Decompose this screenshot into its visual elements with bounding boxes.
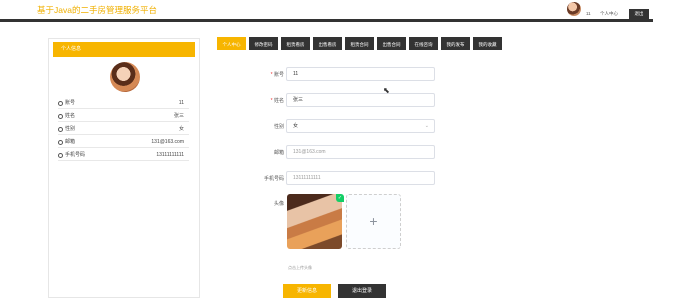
name-label: * 姓名 <box>270 98 284 104</box>
phone-field[interactable]: 13111111111 <box>286 171 435 185</box>
personal-center-link[interactable]: 个人中心 <box>600 11 618 17</box>
header-logout-button[interactable]: 退出 <box>629 9 649 19</box>
tab-rental-contract[interactable]: 租赁合同 <box>345 37 374 50</box>
tab-online-consult[interactable]: 在线咨询 <box>409 37 438 50</box>
top-header: 基于Java的二手房管理服务平台 11 个人中心 退出 <box>0 0 653 22</box>
logout-button[interactable]: 退出登录 <box>338 284 386 298</box>
tab-sale-viewing[interactable]: 出售看房 <box>313 37 342 50</box>
tab-rental-viewing[interactable]: 租赁看房 <box>281 37 310 50</box>
name-field[interactable]: 张三 <box>286 93 435 107</box>
uploaded-avatar-image[interactable] <box>287 194 342 249</box>
email-icon <box>58 140 63 145</box>
info-value: 13111111111 <box>156 152 184 158</box>
info-value: 女 <box>178 126 184 132</box>
phone-icon <box>58 153 63 158</box>
mouse-cursor-icon: ⬉ <box>383 86 390 95</box>
info-label: 姓名 <box>65 113 76 119</box>
info-value: 张三 <box>173 113 184 119</box>
gender-value: 女 <box>293 123 299 129</box>
email-field[interactable]: 131@163.com <box>286 145 435 159</box>
chevron-down-icon: ⌄ <box>424 123 429 129</box>
tab-sale-contract[interactable]: 出售合同 <box>377 37 406 50</box>
check-icon: ✓ <box>336 194 344 202</box>
phone-label: 手机号码 <box>263 176 284 182</box>
gender-select[interactable]: 女 ⌄ <box>286 119 435 133</box>
tab-change-password[interactable]: 修改密码 <box>249 37 278 50</box>
avatar-label: 头像 <box>273 201 284 207</box>
info-row-name: 姓名 张三 <box>58 111 189 122</box>
account-label: * 账号 <box>270 72 284 78</box>
gender-icon <box>58 127 63 132</box>
update-info-button[interactable]: 更新信息 <box>283 284 331 298</box>
header-avatar[interactable] <box>567 2 581 16</box>
info-label: 手机号码 <box>65 152 86 158</box>
account-field[interactable]: 11 <box>286 67 435 81</box>
tab-personal-center[interactable]: 个人中心 <box>217 37 246 50</box>
account-icon <box>58 101 63 106</box>
info-row-account: 账号 11 <box>58 98 189 109</box>
panel-avatar <box>110 62 140 92</box>
panel-title: 个人信息 <box>53 42 195 57</box>
tab-my-posts[interactable]: 我的发布 <box>441 37 470 50</box>
email-label: 邮箱 <box>273 150 284 156</box>
site-title: 基于Java的二手房管理服务平台 <box>37 5 157 15</box>
tab-my-favorites[interactable]: 我的收藏 <box>473 37 502 50</box>
info-value: 11 <box>178 100 184 106</box>
gender-label: 性别 <box>273 124 284 130</box>
upload-tip: 点击上传头像 <box>288 265 312 270</box>
personal-info-panel: 个人信息 账号 11 姓名 张三 性别 女 邮箱 131@163.com 手机号… <box>48 38 200 298</box>
info-row-gender: 性别 女 <box>58 124 189 135</box>
info-label: 邮箱 <box>65 139 76 145</box>
info-value: 131@163.com <box>151 139 184 145</box>
info-label: 性别 <box>65 126 76 132</box>
info-row-email: 邮箱 131@163.com <box>58 137 189 148</box>
name-icon <box>58 114 63 119</box>
info-label: 账号 <box>65 100 76 106</box>
header-username: 11 <box>586 11 591 16</box>
info-row-phone: 手机号码 13111111111 <box>58 150 189 161</box>
upload-add-button[interactable]: + <box>346 194 401 249</box>
